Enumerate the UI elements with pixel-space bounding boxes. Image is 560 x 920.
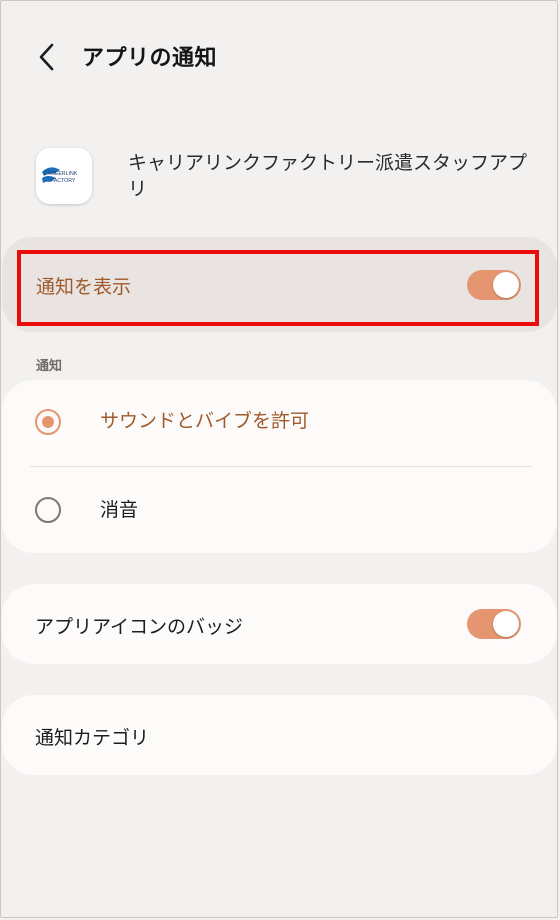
radio-sound-vibrate[interactable] [35,409,61,435]
chevron-left-icon [39,43,54,71]
back-button[interactable] [30,38,64,76]
categories-label: 通知カテゴリ [35,727,150,749]
option-label: 消音 [100,499,139,521]
option-silent[interactable]: 消音 [2,467,557,553]
toggle-knob [493,611,519,637]
app-info: CAREERLINK FACTORY キャリアリンクファクトリー派遣スタッフアプ… [0,140,560,218]
svg-text:CAREERLINK: CAREERLINK [44,171,78,177]
radio-dot [42,416,54,428]
radio-silent[interactable] [35,497,61,523]
badge-label: アプリアイコンのバッジ [35,616,244,638]
badge-toggle[interactable] [467,609,521,639]
section-label-notifications: 通知 [36,359,63,374]
notification-style-card: サウンドとバイブを許可 消音 [2,380,557,553]
app-name: キャリアリンクファクトリー派遣スタッフアプリ [128,152,528,200]
categories-row[interactable]: 通知カテゴリ [2,695,557,775]
highlight-box [17,250,539,326]
option-label: サウンドとバイブを許可 [100,410,310,432]
careerlink-logo-icon: CAREERLINK FACTORY [36,148,92,204]
app-icon: CAREERLINK FACTORY [36,148,92,204]
header: アプリの通知 [0,0,560,115]
badge-row[interactable]: アプリアイコンのバッジ [2,584,557,664]
option-sound-vibrate[interactable]: サウンドとバイブを許可 [2,380,557,466]
svg-text:FACTORY: FACTORY [51,178,76,184]
page-title: アプリの通知 [82,46,218,71]
